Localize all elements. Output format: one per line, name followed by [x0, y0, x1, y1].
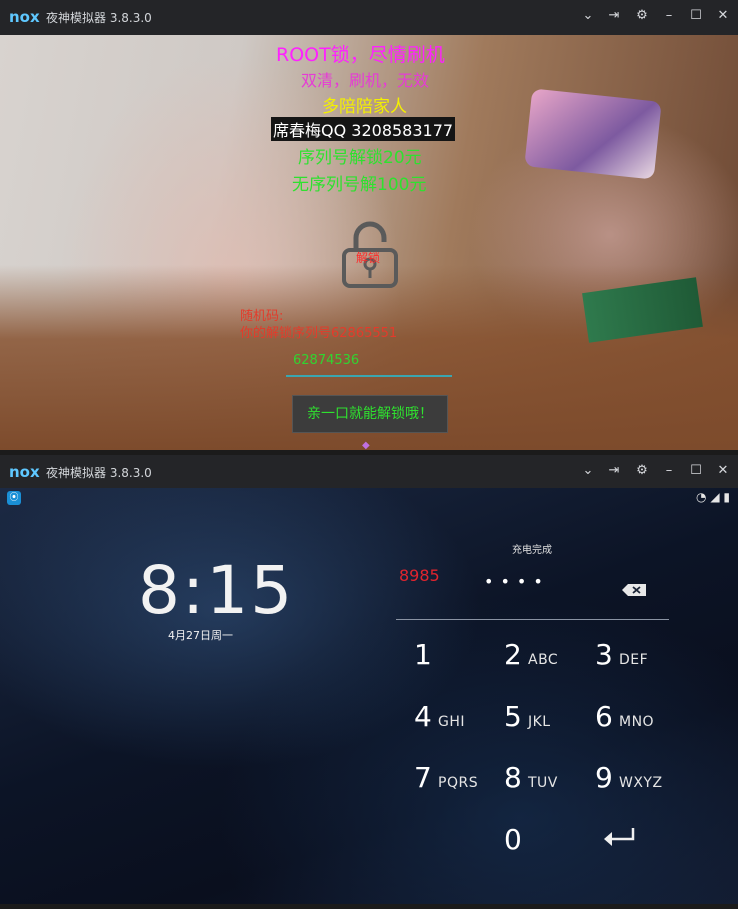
input-underline: [286, 375, 452, 377]
gear-icon[interactable]: ⚙: [632, 461, 652, 481]
title-bar[interactable]: nox 夜神模拟器 3.8.3.0 ⌄ ⇥ ⚙ – ☐ ✕: [0, 0, 738, 35]
ransom-line-3: 多陪陪家人: [322, 97, 407, 117]
nox-logo: nox: [9, 463, 40, 481]
key-4[interactable]: 4 GHI: [414, 700, 504, 750]
lock-date: 4月27日周一: [168, 629, 233, 642]
serial-number-text: 你的解锁序列号62865551: [240, 326, 398, 341]
key-9[interactable]: 9 WXYZ: [595, 761, 685, 811]
key-letters: JKL: [528, 714, 551, 730]
app-icon: ⦿: [7, 491, 21, 505]
battery-icon: ▮: [723, 490, 730, 504]
ransom-price-noserial: 无序列号解100元: [292, 175, 427, 195]
key-letters: GHI: [438, 714, 466, 730]
key-number: 9: [595, 761, 613, 794]
close-icon[interactable]: ✕: [713, 461, 733, 481]
drag-handle-icon[interactable]: ◆: [362, 440, 374, 450]
nox-logo: nox: [9, 8, 40, 26]
key-3[interactable]: 3 DEF: [595, 638, 685, 688]
gear-icon[interactable]: ⚙: [632, 6, 652, 26]
maximize-icon[interactable]: ☐: [686, 461, 706, 481]
enter-icon[interactable]: [602, 826, 636, 848]
key-5[interactable]: 5 JKL: [504, 700, 594, 750]
wifi-icon: ◔: [696, 490, 707, 504]
key-number: 0: [504, 823, 522, 856]
key-1[interactable]: 1: [414, 638, 504, 688]
pin-divider: [396, 619, 669, 620]
backspace-icon[interactable]: [621, 583, 647, 597]
close-icon[interactable]: ✕: [713, 6, 733, 26]
charge-status: 充电完成: [512, 545, 552, 556]
window-title: 夜神模拟器 3.8.3.0: [46, 11, 152, 25]
android-lock-screen: ⦿ ◔ ◢ ▮ 8:15 4月27日周一 充电完成 8985 •••• 1 2 …: [0, 488, 738, 904]
ransom-contact: 席春梅QQ 3208583177: [271, 117, 456, 141]
key-letters: ABC: [528, 652, 559, 668]
key-letters: DEF: [619, 652, 649, 668]
key-number: 1: [414, 638, 432, 671]
minimize-icon[interactable]: –: [659, 461, 679, 481]
key-letters: MNO: [619, 714, 655, 730]
key-letters: WXYZ: [619, 775, 663, 791]
window-title: 夜神模拟器 3.8.3.0: [46, 466, 152, 480]
status-bar: ⦿ ◔ ◢ ▮: [0, 488, 738, 508]
ransom-lock-screen: ROOT锁，尽情刷机 双清，刷机，无效 多陪陪家人 席春梅QQ 32085831…: [0, 35, 738, 450]
key-6[interactable]: 6 MNO: [595, 700, 685, 750]
ransom-price-serial: 序列号解锁20元: [298, 148, 422, 168]
unlock-label: 解锁: [356, 251, 381, 265]
emulator-window-bottom: nox 夜神模拟器 3.8.3.0 ⌄ ⇥ ⚙ – ☐ ✕ ⦿ ◔ ◢ ▮ 8:…: [0, 455, 738, 909]
ransom-headline: ROOT锁，尽情刷机: [276, 44, 445, 66]
ransom-line-2: 双清，刷机，无效: [301, 71, 430, 90]
pin-icon[interactable]: ⇥: [604, 6, 624, 26]
minimize-icon[interactable]: –: [659, 6, 679, 26]
pin-dots-field[interactable]: ••••: [484, 572, 550, 591]
key-7[interactable]: 7 PQRS: [414, 761, 504, 811]
lock-clock: 8:15: [138, 552, 295, 629]
emulator-window-top: nox 夜神模拟器 3.8.3.0 ⌄ ⇥ ⚙ – ☐ ✕ ROOT锁，尽情刷机…: [0, 0, 738, 452]
key-2[interactable]: 2 ABC: [504, 638, 594, 688]
system-icons: ◔ ◢ ▮: [696, 490, 730, 504]
key-number: 2: [504, 638, 522, 671]
background-phone: [524, 88, 662, 180]
key-number: 7: [414, 761, 432, 794]
maximize-icon[interactable]: ☐: [686, 6, 706, 26]
pin-entered-digits: 8985: [399, 566, 440, 585]
key-number: 3: [595, 638, 613, 671]
key-0[interactable]: 0: [504, 823, 594, 873]
chevron-down-icon[interactable]: ⌄: [578, 6, 598, 26]
key-letters: PQRS: [438, 775, 479, 791]
pin-icon[interactable]: ⇥: [604, 461, 624, 481]
key-number: 8: [504, 761, 522, 794]
title-bar[interactable]: nox 夜神模拟器 3.8.3.0 ⌄ ⇥ ⚙ – ☐ ✕: [0, 455, 738, 490]
key-number: 6: [595, 700, 613, 733]
key-number: 5: [504, 700, 522, 733]
chevron-down-icon[interactable]: ⌄: [578, 461, 598, 481]
unlock-code-input[interactable]: 62874536: [293, 353, 453, 368]
signal-icon: ◢: [710, 490, 720, 504]
key-letters: TUV: [528, 775, 558, 791]
key-number: 4: [414, 700, 432, 733]
unlock-button[interactable]: 亲一口就能解锁哦！: [292, 395, 448, 433]
key-8[interactable]: 8 TUV: [504, 761, 594, 811]
